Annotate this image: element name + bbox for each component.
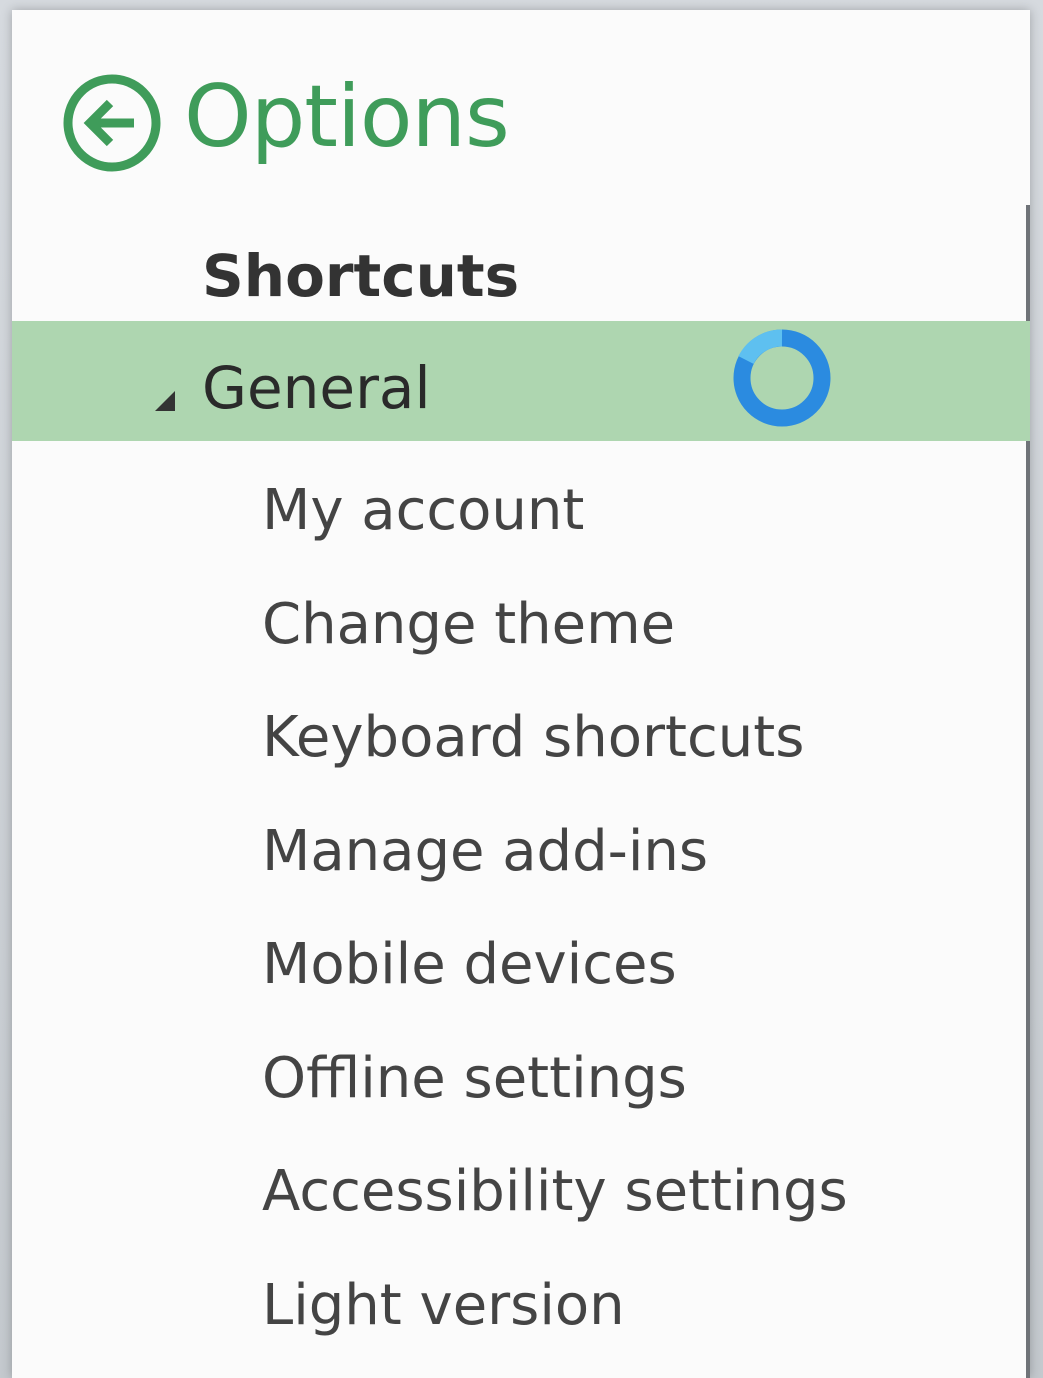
nav-item-offline-settings[interactable]: Offline settings — [262, 1022, 848, 1136]
nav-item-accessibility-settings[interactable]: Accessibility settings — [262, 1135, 848, 1249]
section-heading-shortcuts: Shortcuts — [202, 242, 520, 310]
nav-item-mobile-devices[interactable]: Mobile devices — [262, 908, 848, 1022]
expanded-caret-icon[interactable] — [155, 391, 175, 411]
back-arrow-circle-icon[interactable] — [62, 73, 162, 173]
nav-group-label: General — [202, 354, 431, 422]
nav-item-change-theme[interactable]: Change theme — [262, 568, 848, 682]
options-navigation-pane: Options Shortcuts General My account Cha… — [12, 10, 1030, 1378]
nav-item-keyboard-shortcuts[interactable]: Keyboard shortcuts — [262, 681, 848, 795]
nav-item-my-account[interactable]: My account — [262, 454, 848, 568]
nav-group-general[interactable]: General — [12, 321, 1030, 441]
loading-spinner-icon — [732, 328, 832, 428]
nav-item-manage-add-ins[interactable]: Manage add-ins — [262, 795, 848, 909]
options-header: Options — [62, 67, 510, 178]
nav-item-light-version[interactable]: Light version — [262, 1249, 848, 1363]
page-title: Options — [184, 67, 510, 167]
nav-item-list: My account Change theme Keyboard shortcu… — [262, 454, 848, 1362]
